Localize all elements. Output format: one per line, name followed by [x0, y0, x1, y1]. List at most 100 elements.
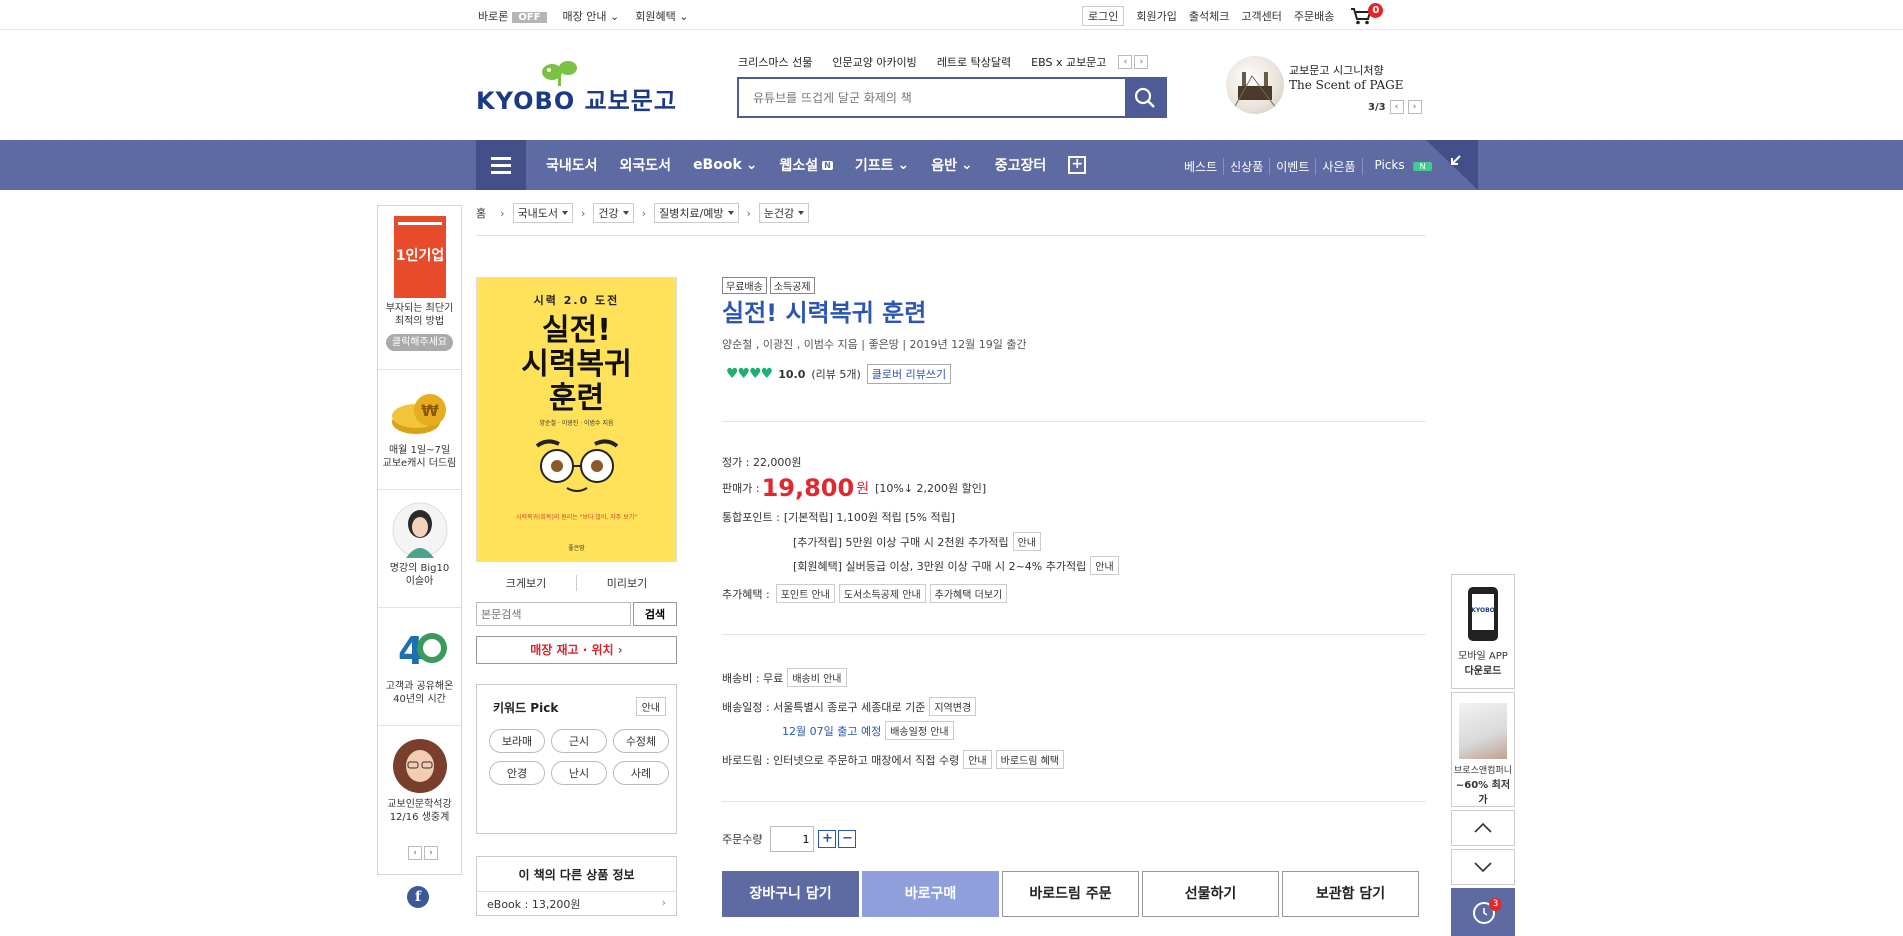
buy-now-button[interactable]: 바로구매	[862, 871, 999, 917]
keyword-tag[interactable]: 근시	[551, 729, 607, 753]
collapse-corner-icon[interactable]	[1426, 140, 1478, 190]
nav-new[interactable]: 신상품	[1223, 158, 1269, 175]
preview-link[interactable]: 미리보기	[577, 575, 677, 591]
barodrim-benefit-button[interactable]: 바로드림 혜택	[995, 750, 1065, 769]
body-search-button[interactable]: 검색	[633, 602, 677, 626]
mobile-app-download[interactable]: KYOBO 모바일 APP 다운로드	[1451, 574, 1515, 689]
hot-link-ebs[interactable]: EBS x 교보문고	[1031, 54, 1106, 70]
nav-item-music[interactable]: 음반 ⌄	[931, 155, 973, 175]
hot-link-humanities[interactable]: 인문교양 아카이빙	[832, 54, 916, 70]
barodrim-guide-button[interactable]: 안내	[963, 750, 992, 769]
banner-prev-button[interactable]: ‹	[1389, 100, 1404, 114]
shipping-fee-guide-button[interactable]: 배송비 안내	[787, 668, 847, 687]
login-link[interactable]: 로그인	[1082, 6, 1125, 26]
banner-next-button[interactable]: ›	[1407, 100, 1422, 114]
barodrim-row: 바로드림 : 인터넷으로 주문하고 매장에서 직접 수령 안내 바로드림 혜택	[722, 750, 1065, 769]
nav-best[interactable]: 베스트	[1178, 158, 1223, 175]
nav-gifts[interactable]: 사은품	[1315, 158, 1361, 175]
keyword-tag[interactable]: 보라매	[489, 729, 545, 753]
left-ads-prev-button[interactable]: ‹	[408, 846, 422, 860]
quick-ad-banner[interactable]: 브로스앤컴퍼니 ~60% 최저가	[1451, 692, 1515, 807]
main-nav: 국내도서 외국도서 eBook ⌄ 웹소설 N 기프트 ⌄ 음반 ⌄ 중고장터 + 베스…	[0, 140, 1903, 190]
keyword-pick-box: 키워드 Pick 안내 보라매 근시 수정체 안경 난시 사례	[476, 684, 677, 834]
breadcrumb-level-4[interactable]: 눈건강	[758, 203, 810, 223]
facebook-icon[interactable]: f	[407, 886, 429, 908]
nav-item-foreign[interactable]: 외국도서	[620, 155, 672, 175]
hot-links: 크리스마스 선물 인문교양 아카이빙 레트로 탁상달력 EBS x 교보문고 ‹…	[738, 54, 1149, 70]
region-change-button[interactable]: 지역변경	[929, 697, 977, 716]
member-benefits-menu[interactable]: 회원혜택 ⌄	[635, 8, 688, 24]
kyobo-logo[interactable]: KYOBO 교보문고	[476, 60, 676, 116]
caret-down-icon	[727, 211, 734, 215]
other-product-ebook[interactable]: eBook : 13,200원 ›	[477, 891, 676, 916]
more-benefits-button[interactable]: 추가혜택 더보기	[929, 584, 1008, 603]
quantity-increase-button[interactable]: +	[818, 830, 837, 848]
keyword-tag[interactable]: 사례	[613, 761, 669, 785]
store-guide-menu[interactable]: 매장 안내 ⌄	[563, 8, 620, 24]
cart-button[interactable]: 0	[1350, 3, 1384, 25]
product-title: 실전! 시력복귀 훈련	[722, 299, 927, 327]
left-ad-2[interactable]: ₩ 매월 1일~7일 교보e캐시 더드림	[378, 370, 461, 490]
search-button[interactable]	[1125, 79, 1165, 116]
points-extra-guide-button[interactable]: 안내	[1012, 532, 1042, 551]
chevron-right-icon: ›	[746, 206, 751, 220]
click-here-button[interactable]: 클릭해주세요	[385, 334, 454, 351]
left-ads-next-button[interactable]: ›	[424, 846, 438, 860]
recent-viewed-button[interactable]: 3	[1451, 888, 1515, 936]
points-member-guide-button[interactable]: 안내	[1090, 556, 1119, 575]
breadcrumb-level-3[interactable]: 질병치료/예방	[654, 203, 739, 223]
nav-item-ebook[interactable]: eBook ⌄	[693, 157, 757, 173]
add-to-cart-button[interactable]: 장바구니 담기	[722, 871, 859, 917]
breadcrumb-level-2[interactable]: 건강	[593, 203, 634, 223]
hot-link-calendar[interactable]: 레트로 탁상달력	[937, 54, 1011, 70]
tax-deduction-guide-button[interactable]: 도서소득공제 안내	[838, 584, 926, 603]
hot-links-prev-button[interactable]: ‹	[1118, 55, 1133, 69]
keyword-tag[interactable]: 수정체	[613, 729, 669, 753]
keyword-tag[interactable]: 난시	[551, 761, 607, 785]
left-ad-4[interactable]: 4 고객과 공유해온 40년의 시간	[378, 608, 461, 726]
left-ad-5[interactable]: 교보인문학석강 12/16 생중계	[378, 726, 461, 836]
keyword-tag[interactable]: 안경	[489, 761, 545, 785]
book-cover[interactable]: 시력 2.0 도전 실전! 시력복귀 훈련 양순철 · 이광진 · 이범수 지음…	[476, 277, 677, 562]
divider	[476, 235, 1426, 236]
baro-toggle[interactable]: 바로론 OFF	[478, 8, 547, 24]
nav-event[interactable]: 이벤트	[1269, 158, 1315, 175]
gift-button[interactable]: 선물하기	[1142, 871, 1279, 917]
barodrim-order-button[interactable]: 바로드림 주문	[1002, 871, 1139, 917]
phone-icon: KYOBO	[1468, 587, 1498, 641]
quantity-decrease-button[interactable]: −	[838, 830, 857, 848]
search-input[interactable]	[739, 79, 1125, 116]
write-review-button[interactable]: 클로버 리뷰쓰기	[866, 364, 952, 384]
nav-item-gift[interactable]: 기프트 ⌄	[855, 155, 909, 175]
nav-item-domestic[interactable]: 국내도서	[546, 155, 598, 175]
order-delivery-link[interactable]: 주문배송	[1294, 8, 1334, 24]
shipping-schedule-guide-button[interactable]: 배송일정 안내	[885, 721, 954, 740]
quantity-row: 주문수량 + −	[722, 826, 857, 852]
keyword-guide-button[interactable]: 안내	[635, 697, 666, 716]
left-ad-3[interactable]: 명강의 Big10 이슬아	[378, 490, 461, 608]
nav-item-used[interactable]: 중고장터	[995, 155, 1047, 175]
breadcrumb-level-1[interactable]: 국내도서	[512, 203, 574, 223]
breadcrumb-home[interactable]: 홈	[476, 205, 486, 221]
customer-center-link[interactable]: 고객센터	[1241, 8, 1281, 24]
join-link[interactable]: 회원가입	[1136, 8, 1176, 24]
point-guide-button[interactable]: 포인트 안내	[775, 584, 835, 603]
review-count[interactable]: (리뷰 5개)	[811, 366, 860, 382]
scroll-top-button[interactable]	[1451, 810, 1515, 846]
all-categories-menu-button[interactable]	[476, 140, 526, 190]
lecturer-avatar	[392, 502, 447, 558]
hot-link-christmas[interactable]: 크리스마스 선물	[738, 54, 812, 70]
left-ad-1[interactable]: 1인기업 부자되는 최단기 최적의 방법 클릭해주세요	[378, 206, 461, 370]
zoom-link[interactable]: 크게보기	[476, 575, 577, 591]
chevron-up-icon	[1474, 822, 1492, 833]
hot-links-next-button[interactable]: ›	[1134, 55, 1149, 69]
scroll-bottom-button[interactable]	[1451, 849, 1515, 885]
quantity-input[interactable]	[770, 826, 815, 852]
nav-item-webnovel[interactable]: 웹소설 N	[780, 155, 833, 175]
header-banner[interactable]: 교보문고 시그니처향 The Scent of PAGE 3/3 ‹ ›	[1226, 56, 1426, 116]
plus-icon[interactable]: +	[1068, 156, 1087, 174]
body-search-input[interactable]	[476, 602, 631, 626]
store-stock-button[interactable]: 매장 재고 · 위치 ›	[476, 636, 677, 664]
attendance-link[interactable]: 출석체크	[1189, 8, 1229, 24]
wishlist-button[interactable]: 보관함 담기	[1282, 871, 1419, 917]
